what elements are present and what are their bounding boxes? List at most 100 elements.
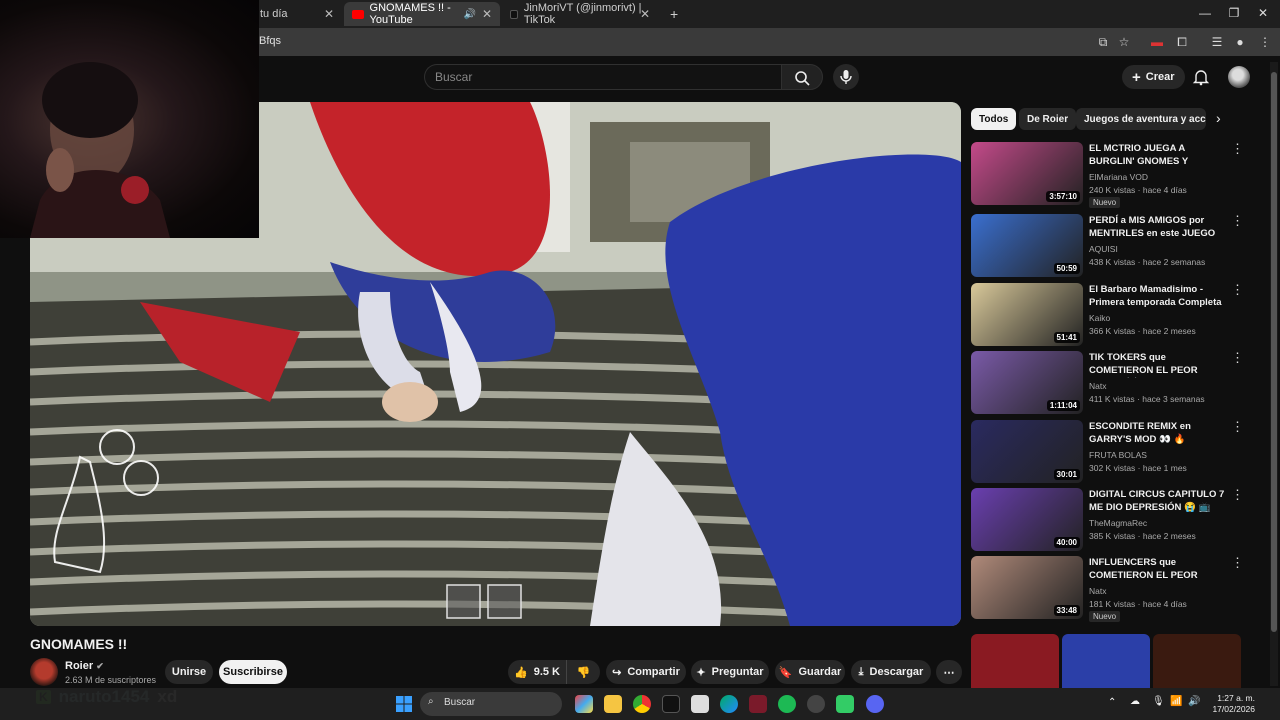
channel-name[interactable]: Kaiko [1089, 313, 1110, 323]
windows-start-icon[interactable] [396, 696, 412, 717]
copilot-icon[interactable] [575, 695, 593, 713]
menu-icon[interactable]: ⋮ [1256, 33, 1274, 51]
create-button[interactable]: + Crear [1122, 65, 1185, 89]
more-actions-button[interactable]: ⋯ [936, 660, 962, 684]
dislike-button[interactable]: 👎 [566, 660, 600, 684]
chip-juegos[interactable]: Juegos de aventura y acción [1076, 108, 1206, 130]
more-vertical-icon[interactable]: ⋮ [1231, 283, 1244, 296]
system-clock[interactable]: 1:27 a. m. 17/02/2026 [1205, 693, 1255, 715]
video-thumbnail[interactable]: 50:59 [971, 214, 1083, 277]
video-title[interactable]: DIGITAL CIRCUS CAPITULO 7 ME DIO DEPRESI… [1089, 488, 1225, 514]
tab-tiktok[interactable]: JinMoriVT (@jinmorivt) | TikTok ✕ [502, 2, 658, 26]
tab-tu-dia[interactable]: tu día ✕ [252, 2, 342, 26]
save-button[interactable]: 🔖 Guardar [775, 660, 845, 684]
shorts-thumbnail[interactable] [1153, 634, 1241, 688]
url-text[interactable]: Bfqs [259, 35, 281, 47]
more-vertical-icon[interactable]: ⋮ [1231, 351, 1244, 364]
more-vertical-icon[interactable]: ⋮ [1231, 420, 1244, 433]
chip-todos[interactable]: Todos [971, 108, 1017, 130]
recommendation-item[interactable]: 33:48 INFLUENCERS que COMETIERON EL PEOR … [971, 556, 1244, 622]
subscribe-button[interactable]: Suscribirse [219, 660, 287, 684]
share-button[interactable]: ↪ Compartir [606, 660, 686, 684]
bookmark-star-icon[interactable]: ☆ [1115, 33, 1133, 51]
channel-name-text[interactable]: Roier [65, 660, 93, 672]
discord-icon[interactable] [866, 695, 884, 713]
app-icon[interactable] [749, 695, 767, 713]
like-button[interactable]: 👍 9.5 K [508, 660, 566, 684]
recommendation-item[interactable]: 30:01 ESCONDITE REMIX en GARRY'S MOD 👀 🔥 F… [971, 420, 1244, 484]
channel-name[interactable]: Natx [1089, 586, 1106, 596]
file-explorer-icon[interactable] [604, 695, 622, 713]
channel-name[interactable]: FRUTA BOLAS [1089, 450, 1147, 460]
capcut-icon[interactable] [691, 695, 709, 713]
account-avatar[interactable] [1228, 66, 1250, 88]
voice-search-button[interactable] [833, 64, 859, 90]
new-tab-button[interactable]: + [662, 2, 682, 26]
video-title[interactable]: El Barbaro Mamadisimo - Primera temporad… [1089, 283, 1225, 310]
more-vertical-icon[interactable]: ⋮ [1231, 142, 1244, 155]
scrollbar-track[interactable] [1270, 62, 1278, 686]
tab-youtube[interactable]: GNOMAMES !! - YouTube 🔊 ✕ [344, 2, 500, 26]
microphone-icon[interactable]: 🎙 [1152, 696, 1165, 707]
join-button[interactable]: Unirse [165, 660, 213, 684]
video-title[interactable]: TIK TOKERS que COMETIERON EL PEOR ERROR … [1089, 351, 1225, 378]
video-thumbnail[interactable]: 51:41 [971, 283, 1083, 346]
profile-icon[interactable]: ● [1231, 33, 1249, 51]
tiktok-icon[interactable] [662, 695, 680, 713]
search-input[interactable]: Buscar [424, 64, 782, 90]
shorts-thumbnail[interactable] [1062, 634, 1150, 688]
video-title[interactable]: INFLUENCERS que COMETIERON EL PEOR ERRO.… [1089, 556, 1225, 583]
recommendation-item[interactable]: 40:00 DIGITAL CIRCUS CAPITULO 7 ME DIO DE… [971, 488, 1244, 552]
recommendation-item[interactable]: 1:11:04 TIK TOKERS que COMETIERON EL PEOR… [971, 351, 1244, 415]
extensions-icon[interactable]: ⧠ [1173, 33, 1191, 51]
recommendation-item[interactable]: 3:57:10 EL MCTRIO JUEGA A BURGLIN' GNOMES… [971, 142, 1244, 208]
video-title[interactable]: EL MCTRIO JUEGA A BURGLIN' GNOMES Y CURS… [1089, 142, 1225, 169]
edge-icon[interactable] [720, 695, 738, 713]
ask-button[interactable]: ✦ Preguntar [691, 660, 769, 684]
wifi-icon[interactable]: 📶 [1170, 696, 1182, 707]
more-vertical-icon[interactable]: ⋮ [1231, 214, 1244, 227]
volume-icon[interactable]: 🔊 [1188, 696, 1200, 707]
video-thumbnail[interactable]: 30:01 [971, 420, 1083, 483]
recommendation-item[interactable]: 51:41 El Barbaro Mamadisimo - Primera tem… [971, 283, 1244, 347]
minimize-icon[interactable]: — [1196, 4, 1214, 22]
channel-name[interactable]: TheMagmaRec [1089, 518, 1147, 528]
video-thumbnail[interactable]: 3:57:10 [971, 142, 1083, 205]
channel-name[interactable]: ElMariana VOD [1089, 172, 1148, 182]
notifications-bell-icon[interactable] [1192, 68, 1210, 91]
spotify-icon[interactable] [778, 695, 796, 713]
maximize-icon[interactable]: ❐ [1225, 4, 1243, 22]
channel-name[interactable]: AQUISI [1089, 244, 1118, 254]
speaker-icon[interactable]: 🔊 [464, 9, 476, 20]
extension-red-icon[interactable]: ▬ [1148, 33, 1166, 51]
scrollbar-thumb[interactable] [1271, 72, 1277, 632]
video-title[interactable]: PERDÍ a MIS AMIGOS por MENTIRLES en este… [1089, 214, 1225, 240]
more-vertical-icon[interactable]: ⋮ [1231, 488, 1244, 501]
chevron-right-icon[interactable]: › [1216, 110, 1221, 126]
reading-list-icon[interactable]: ☰ [1208, 33, 1226, 51]
video-thumbnail[interactable]: 1:11:04 [971, 351, 1083, 414]
chip-de-roier[interactable]: De Roier [1019, 108, 1077, 130]
taskbar-search[interactable]: ⌕ Buscar [420, 692, 562, 716]
channel-name[interactable]: Roier ✔ [65, 660, 104, 672]
download-button[interactable]: ⤓ Descargar [851, 660, 931, 684]
chevron-up-icon[interactable]: ⌃ [1108, 697, 1116, 708]
shorts-thumbnail[interactable] [971, 634, 1059, 688]
video-thumbnail[interactable]: 33:48 [971, 556, 1083, 619]
close-icon[interactable]: ✕ [640, 7, 650, 21]
video-title[interactable]: ESCONDITE REMIX en GARRY'S MOD 👀 🔥 [1089, 420, 1225, 446]
window-close-icon[interactable]: ✕ [1254, 4, 1272, 22]
channel-name[interactable]: Natx [1089, 381, 1106, 391]
close-icon[interactable]: ✕ [482, 7, 492, 21]
onedrive-icon[interactable]: ☁ [1130, 696, 1140, 707]
chrome-icon[interactable] [633, 695, 651, 713]
search-button[interactable] [781, 64, 823, 90]
minecraft-icon[interactable] [836, 695, 854, 713]
channel-avatar[interactable] [30, 658, 58, 686]
recommendation-item[interactable]: 50:59 PERDÍ a MIS AMIGOS por MENTIRLES en… [971, 214, 1244, 278]
close-icon[interactable]: ✕ [324, 7, 334, 21]
steam-icon[interactable] [807, 695, 825, 713]
video-thumbnail[interactable]: 40:00 [971, 488, 1083, 551]
more-vertical-icon[interactable]: ⋮ [1231, 556, 1244, 569]
cast-icon[interactable]: ⧉ [1094, 33, 1112, 51]
